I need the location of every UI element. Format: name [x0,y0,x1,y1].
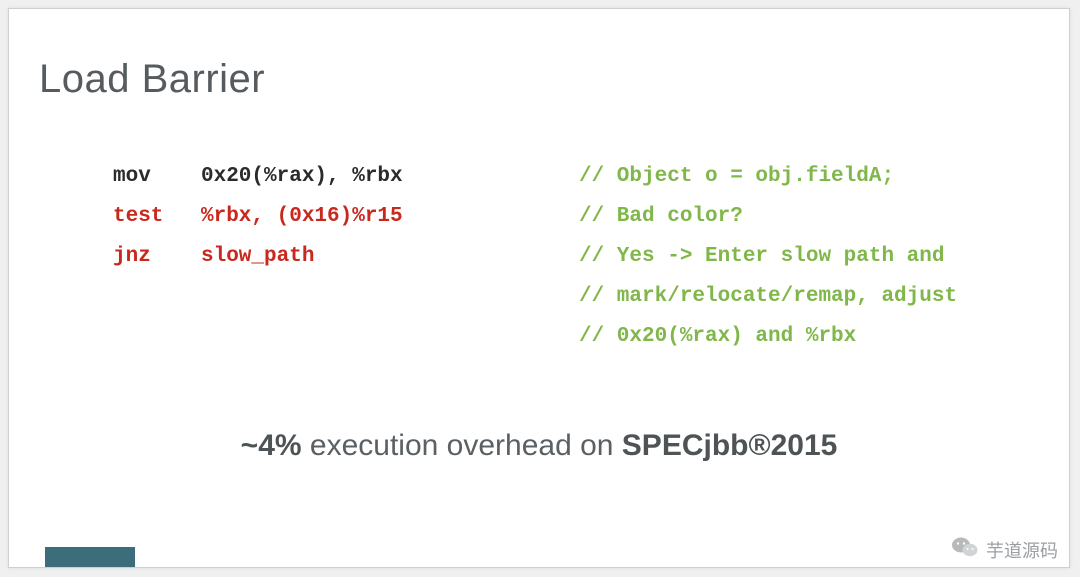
operands: slow_path [201,245,314,268]
watermark-text: 芋道源码 [986,537,1058,563]
summary-line: ~4% execution overhead on SPECjbb®2015 [9,429,1069,463]
code-line: jnzslow_path [113,237,403,277]
comment-line: // Bad color? [579,197,957,237]
operands: %rbx, (0x16)%r15 [201,205,403,228]
assembly-code: mov0x20(%rax), %rbx test%rbx, (0x16)%r15… [113,157,403,277]
mnemonic: test [113,197,201,237]
mnemonic: mov [113,157,201,197]
slide-title: Load Barrier [39,57,265,102]
summary-mid: execution overhead on [302,429,622,462]
code-line: mov0x20(%rax), %rbx [113,157,403,197]
summary-pct: ~4% [241,429,302,462]
operands: 0x20(%rax), %rbx [201,165,403,188]
comment-line: // Object o = obj.fieldA; [579,157,957,197]
footer-accent [45,547,135,567]
code-comments: // Object o = obj.fieldA; // Bad color? … [579,157,957,357]
mnemonic: jnz [113,237,201,277]
comment-line: // Yes -> Enter slow path and [579,237,957,277]
comment-line: // mark/relocate/remap, adjust [579,277,957,317]
summary-benchmark: SPECjbb®2015 [622,429,838,462]
wechat-icon [952,536,978,563]
slide: Load Barrier mov0x20(%rax), %rbx test%rb… [8,8,1070,568]
watermark: 芋道源码 [952,536,1058,563]
comment-line: // 0x20(%rax) and %rbx [579,317,957,357]
code-line: test%rbx, (0x16)%r15 [113,197,403,237]
